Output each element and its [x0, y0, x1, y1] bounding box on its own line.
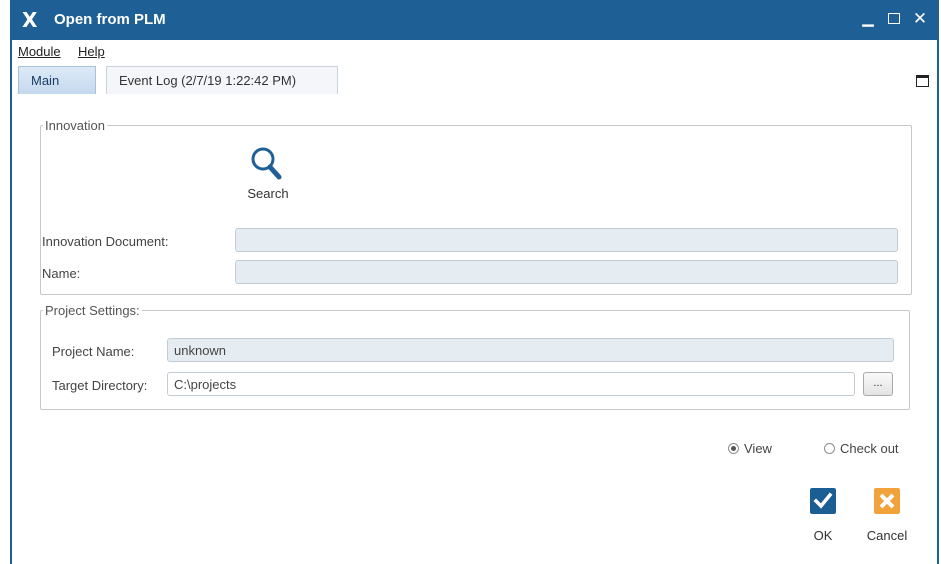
checkmark-icon	[810, 488, 836, 514]
radio-check-out-indicator	[824, 443, 835, 454]
radio-view-indicator	[728, 443, 739, 454]
app-logo: X	[22, 8, 38, 32]
radio-check-out-label: Check out	[840, 441, 899, 456]
open-from-plm-window: X Open from PLM ▁ ✕ Module Help Main Eve…	[10, 0, 939, 564]
innovation-document-label: Innovation Document:	[42, 234, 169, 249]
target-directory-label: Target Directory:	[52, 378, 148, 393]
project-name-field[interactable]	[167, 338, 894, 362]
innovation-document-field[interactable]	[235, 228, 898, 252]
menu-module[interactable]: Module	[18, 44, 61, 59]
radio-view-label: View	[744, 441, 772, 456]
menu-help[interactable]: Help	[78, 44, 105, 59]
ok-label: OK	[813, 528, 833, 543]
project-name-label: Project Name:	[52, 344, 135, 359]
minimize-icon: ▁	[862, 10, 874, 27]
target-directory-field[interactable]	[167, 372, 855, 396]
tab-bar: Main Event Log (2/7/19 1:22:42 PM)	[12, 64, 937, 97]
radio-check-out[interactable]: Check out	[824, 441, 899, 459]
search-icon	[251, 147, 282, 180]
minimize-button[interactable]: ▁	[857, 8, 879, 30]
window-title: Open from PLM	[54, 11, 166, 28]
ok-button[interactable]: OK	[798, 488, 848, 548]
cancel-label: Cancel	[866, 528, 908, 543]
search-label: Search	[247, 186, 289, 201]
innovation-legend: Innovation	[45, 118, 105, 133]
main-panel: Innovation Search Innovation Document: N…	[12, 96, 937, 564]
maximize-icon	[888, 13, 900, 24]
browse-button[interactable]: ...	[863, 372, 893, 396]
cancel-button[interactable]: Cancel	[862, 488, 912, 548]
radio-view[interactable]: View	[728, 441, 772, 459]
panel-maximize-icon[interactable]	[916, 75, 929, 87]
name-field[interactable]	[235, 260, 898, 284]
close-icon: ✕	[912, 9, 928, 28]
cancel-x-icon	[874, 488, 900, 514]
name-label: Name:	[42, 266, 81, 281]
menu-bar: Module Help	[12, 40, 937, 64]
search-button[interactable]: Search	[240, 146, 296, 208]
tab-event-log[interactable]: Event Log (2/7/19 1:22:42 PM)	[106, 66, 338, 94]
title-bar[interactable]: X Open from PLM ▁ ✕	[12, 0, 937, 40]
maximize-button[interactable]	[883, 8, 905, 30]
project-settings-legend: Project Settings:	[45, 303, 140, 318]
tab-main[interactable]: Main	[18, 66, 96, 94]
close-button[interactable]: ✕	[909, 8, 931, 30]
